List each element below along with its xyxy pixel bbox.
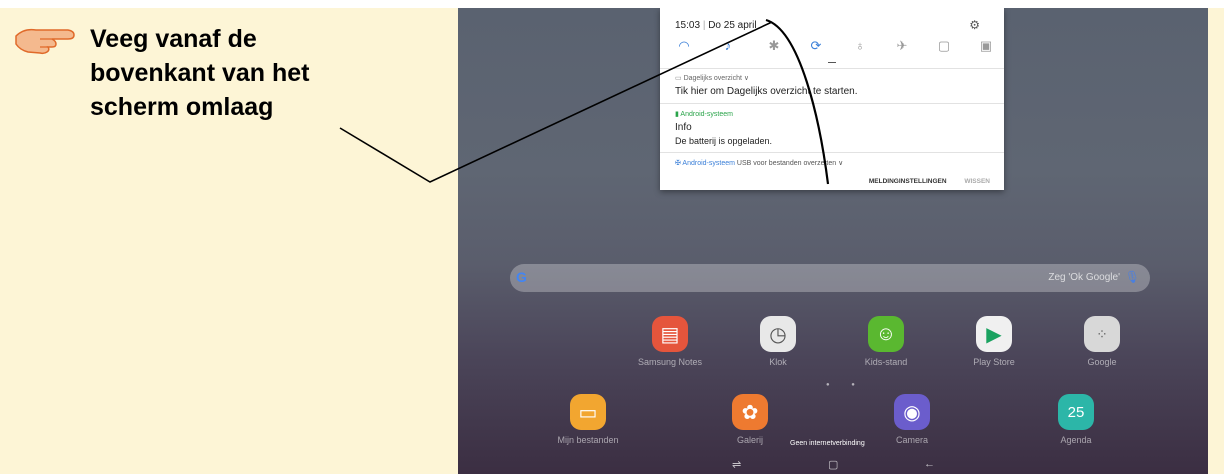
swipe-arrow-annotation: [339, 18, 830, 185]
